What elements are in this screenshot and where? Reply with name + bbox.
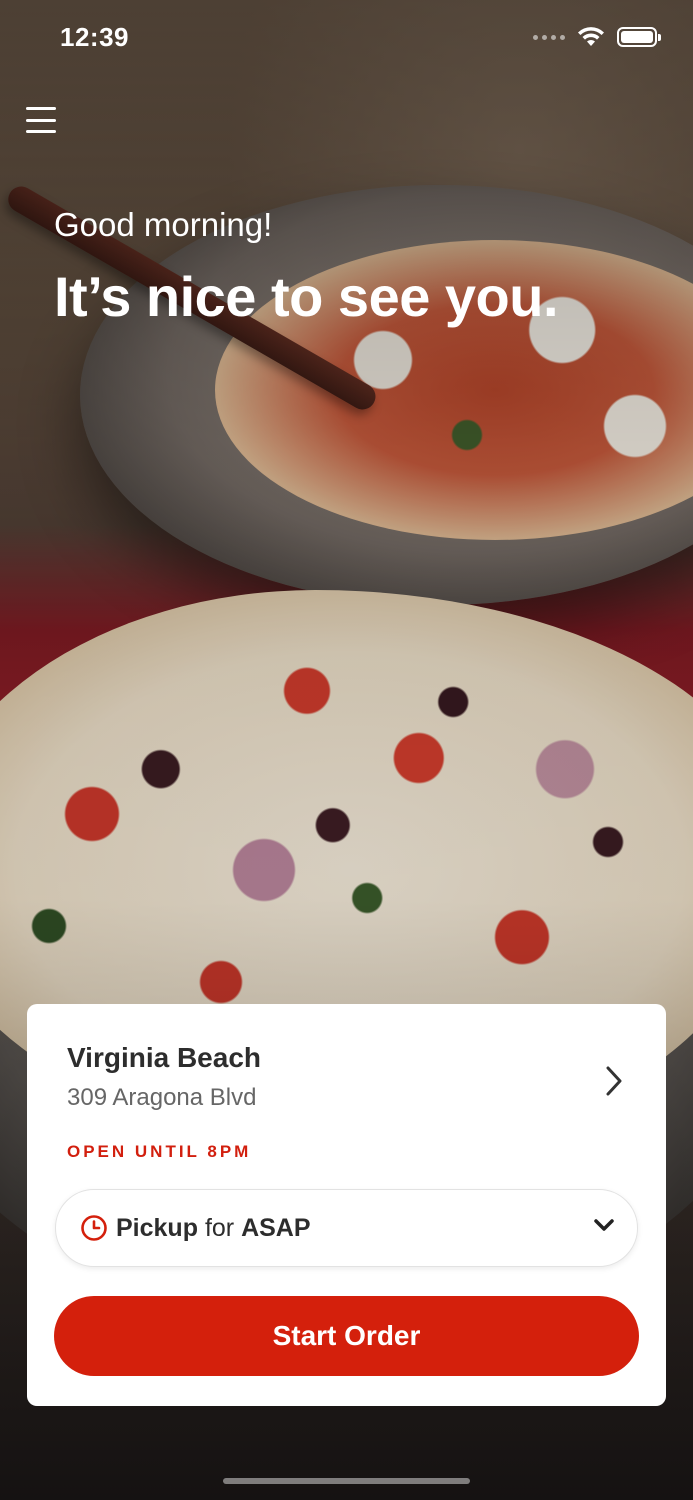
open-status-label: OPEN UNTIL 8PM bbox=[67, 1142, 252, 1161]
start-order-button[interactable]: Start Order bbox=[54, 1296, 639, 1376]
home-indicator bbox=[223, 1478, 470, 1484]
status-time: 12:39 bbox=[60, 22, 129, 52]
status-bar: 12:39 bbox=[0, 0, 693, 80]
hamburger-menu-icon[interactable] bbox=[24, 104, 58, 136]
pickup-time: ASAP bbox=[241, 1213, 311, 1242]
status-icons bbox=[533, 26, 661, 48]
greeting-text: Good morning! bbox=[54, 206, 273, 243]
pickup-mode: Pickup bbox=[116, 1213, 198, 1242]
pickup-text: Pickup for ASAP bbox=[116, 1214, 311, 1243]
location-card: Virginia Beach 309 Aragona Blvd OPEN UNT… bbox=[27, 1004, 666, 1406]
location-selector[interactable]: Virginia Beach 309 Aragona Blvd bbox=[67, 1042, 636, 1122]
pickup-connector: for bbox=[204, 1213, 235, 1242]
chevron-down-icon bbox=[594, 1219, 614, 1231]
location-name: Virginia Beach bbox=[67, 1042, 262, 1073]
chevron-right-icon bbox=[606, 1066, 622, 1096]
pickup-time-dropdown[interactable]: Pickup for ASAP bbox=[55, 1189, 638, 1267]
clock-icon bbox=[81, 1215, 107, 1241]
wifi-icon bbox=[578, 27, 604, 46]
signal-icon bbox=[533, 34, 565, 40]
location-address: 309 Aragona Blvd bbox=[67, 1084, 257, 1111]
headline-text: It’s nice to see you. bbox=[54, 265, 559, 328]
battery-icon bbox=[617, 27, 661, 47]
